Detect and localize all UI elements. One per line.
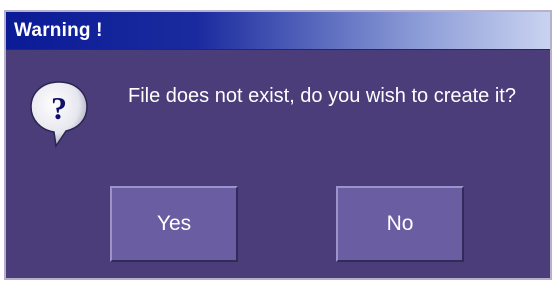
svg-text:?: ? — [51, 90, 67, 126]
dialog-message: File does not exist, do you wish to crea… — [128, 85, 516, 107]
warning-dialog: Warning ! ? File does not exist, do you … — [4, 10, 552, 280]
title-bar[interactable]: Warning ! — [6, 12, 550, 50]
dialog-body: ? File does not exist, do you wish to cr… — [6, 50, 550, 278]
question-bubble-icon: ? — [28, 78, 90, 150]
dialog-title: Warning ! — [14, 19, 103, 41]
yes-button[interactable]: Yes — [110, 186, 238, 262]
no-button[interactable]: No — [336, 186, 464, 262]
